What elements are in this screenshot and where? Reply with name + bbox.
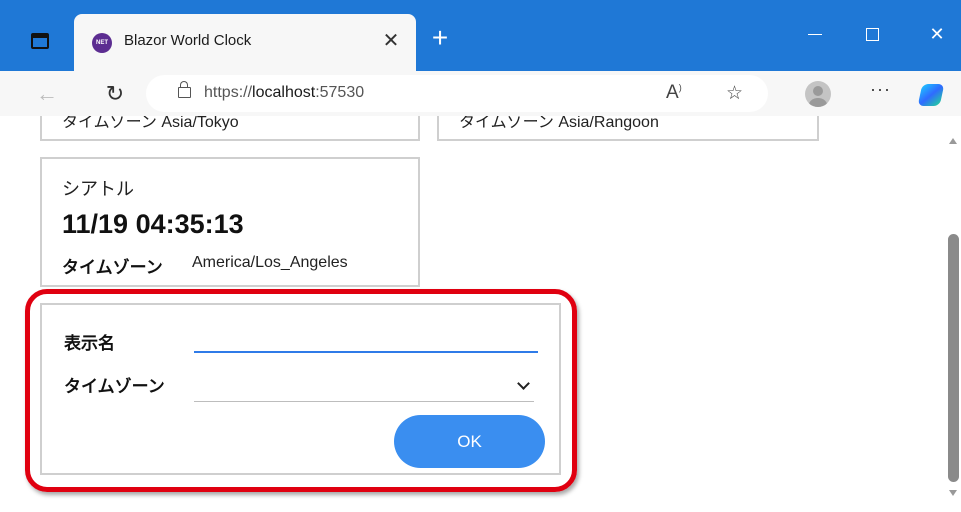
clock-timezone-label: タイムゾーン (62, 258, 163, 277)
dotnet-favicon-icon: NET (92, 33, 112, 53)
timezone-select[interactable] (194, 369, 534, 402)
title-bar: NET Blazor World Clock ✕ + ✕ (0, 0, 961, 71)
scroll-down-arrow-icon[interactable] (949, 490, 957, 496)
clock-timezone-value: America/Los_Angeles (192, 254, 348, 271)
new-tab-button[interactable]: + (426, 24, 454, 54)
browser-tab[interactable]: NET Blazor World Clock ✕ (74, 14, 416, 71)
tab-close-icon[interactable]: ✕ (379, 29, 403, 53)
favorite-star-icon[interactable]: ☆ (726, 82, 743, 105)
maximize-icon (866, 28, 879, 41)
refresh-icon: ↻ (105, 81, 125, 106)
address-bar-row: ← ↻ https://localhost:57530 A) ☆ ··· (0, 71, 961, 116)
clock-time: 11/19 04:35:13 (62, 209, 244, 239)
close-icon: ✕ (929, 24, 945, 44)
clock-card-partial-text: タイムゾーン Asia/Tokyo (62, 116, 239, 131)
clock-card-partial: タイムゾーン Asia/Rangoon (437, 116, 819, 141)
scroll-up-arrow-icon[interactable] (949, 138, 957, 144)
clock-city-name: シアトル (62, 179, 134, 199)
more-icon[interactable]: ··· (870, 79, 891, 100)
back-button[interactable]: ← (32, 79, 62, 109)
refresh-button[interactable]: ↻ (100, 79, 130, 109)
clock-card-partial-text: タイムゾーン Asia/Rangoon (459, 116, 659, 131)
minimize-icon (808, 34, 822, 35)
vertical-scrollbar[interactable] (945, 116, 961, 512)
back-arrow-icon: ← (36, 81, 58, 106)
read-aloud-icon[interactable]: A) (666, 82, 682, 104)
add-clock-form: 表示名 タイムゾーン OK (40, 303, 561, 475)
maximize-button[interactable] (857, 22, 887, 46)
tab-actions-icon[interactable] (31, 33, 49, 49)
url-text[interactable]: https://localhost:57530 (204, 84, 364, 102)
display-name-label: 表示名 (64, 334, 115, 353)
copilot-icon[interactable] (917, 84, 945, 106)
clock-card: シアトル 11/19 04:35:13 タイムゾーン America/Los_A… (40, 157, 420, 287)
page-content: タイムゾーン Asia/Tokyo タイムゾーン Asia/Rangoon シア… (0, 116, 945, 512)
minimize-button[interactable] (800, 22, 830, 46)
profile-avatar-icon[interactable] (805, 81, 831, 107)
scrollbar-thumb[interactable] (948, 234, 959, 482)
ok-button[interactable]: OK (394, 415, 545, 468)
site-info-icon[interactable] (178, 81, 191, 98)
address-bar[interactable]: https://localhost:57530 A) ☆ (146, 75, 768, 112)
clock-card-partial: タイムゾーン Asia/Tokyo (40, 116, 420, 141)
display-name-input[interactable] (194, 327, 538, 353)
chevron-down-icon (517, 377, 530, 390)
timezone-label: タイムゾーン (64, 377, 165, 396)
close-window-button[interactable]: ✕ (922, 22, 952, 46)
tab-title: Blazor World Clock (124, 32, 252, 49)
